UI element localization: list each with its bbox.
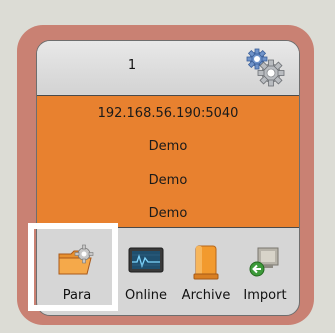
info-line-3: Demo: [148, 173, 188, 188]
info-line-2: Demo: [148, 139, 188, 154]
para-button[interactable]: Para: [39, 228, 115, 308]
ip-address-label: 192.168.56.190:5040: [97, 106, 239, 121]
import-button[interactable]: Import: [237, 228, 293, 308]
archive-icon: [193, 245, 219, 280]
import-label: Import: [243, 288, 287, 303]
monitor-icon: [128, 247, 164, 273]
device-card[interactable]: 1 192.168.56.190:5040 Demo Demo Demo Par…: [36, 40, 300, 316]
archive-label: Archive: [181, 288, 231, 303]
online-label: Online: [125, 288, 167, 303]
connection-info-panel: 192.168.56.190:5040 Demo Demo Demo: [37, 95, 299, 228]
card-number: 1: [127, 58, 137, 73]
card-header: 1: [37, 41, 299, 94]
para-label: Para: [62, 288, 92, 303]
import-icon: [249, 247, 279, 277]
card-toolbar: Para Online Archive Import: [37, 228, 299, 315]
online-button[interactable]: Online: [117, 228, 175, 308]
info-line-4: Demo: [148, 206, 188, 221]
gear-icon[interactable]: [243, 45, 287, 89]
folder-gear-icon: [58, 244, 94, 275]
archive-button[interactable]: Archive: [173, 228, 239, 308]
